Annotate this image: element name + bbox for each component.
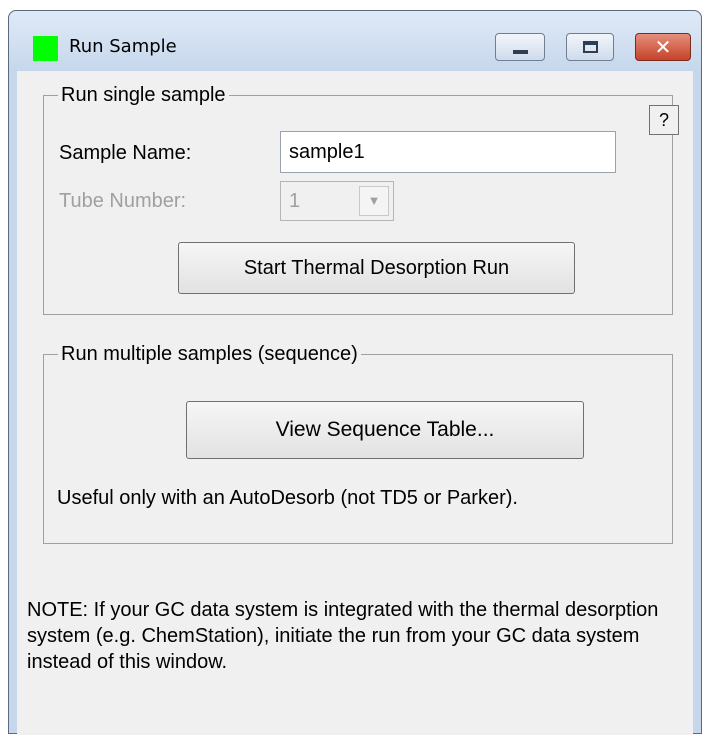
title-bar[interactable]: Run Sample ✕ [9, 11, 701, 71]
app-icon [33, 36, 58, 61]
autodesorb-note: Useful only with an AutoDesorb (not TD5 … [57, 487, 518, 509]
dialog-client-area: Run single sample ? Sample Name: sample1… [17, 71, 693, 735]
gc-integration-note: NOTE: If your GC data system is integrat… [27, 599, 659, 673]
tube-number-label: Tube Number: [59, 190, 187, 212]
tube-number-value: 1 [289, 190, 301, 212]
sample-name-label: Sample Name: [59, 142, 192, 164]
run-sample-window: Run Sample ✕ Run single sample ? Sample … [8, 10, 702, 735]
maximize-icon [583, 41, 598, 53]
close-icon: ✕ [654, 35, 672, 59]
close-button[interactable]: ✕ [635, 33, 691, 61]
chevron-down-icon[interactable]: ▼ [359, 186, 389, 216]
tube-number-select[interactable]: 1 ▼ [280, 181, 394, 221]
start-thermal-desorption-button[interactable]: Start Thermal Desorption Run [178, 242, 575, 294]
minimize-icon [513, 50, 528, 54]
minimize-button[interactable] [495, 33, 545, 61]
view-sequence-table-button[interactable]: View Sequence Table... [186, 401, 584, 459]
single-sample-legend: Run single sample [58, 83, 229, 107]
window-title: Run Sample [69, 36, 177, 57]
multiple-samples-legend: Run multiple samples (sequence) [58, 342, 361, 366]
sample-name-input[interactable]: sample1 [280, 131, 616, 173]
help-button[interactable]: ? [649, 105, 679, 135]
maximize-button[interactable] [566, 33, 614, 61]
